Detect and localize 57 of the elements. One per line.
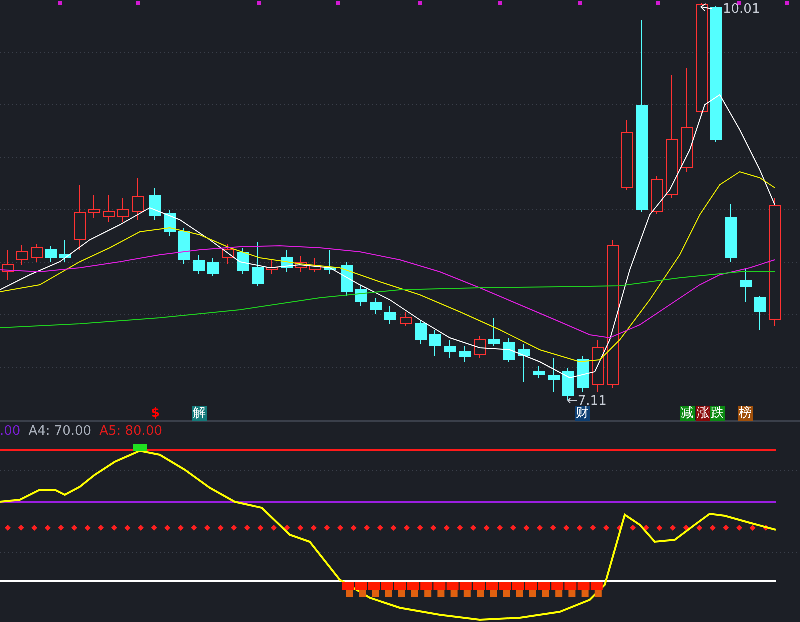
candlestick [621, 120, 633, 190]
candlestick [324, 250, 336, 274]
candlestick [193, 254, 205, 274]
candlestick [222, 244, 234, 264]
candlestick [132, 178, 144, 220]
candlestick [355, 286, 367, 306]
candlestick [31, 244, 43, 262]
candlestick [429, 330, 441, 356]
candlestick [88, 194, 100, 218]
candlestick [459, 346, 471, 362]
candlestick [384, 306, 396, 324]
candlestick [503, 338, 515, 362]
candlestick [103, 194, 115, 222]
arrow-icon [700, 4, 712, 12]
candlestick [400, 312, 412, 326]
signal-badge: 解 [192, 406, 207, 421]
candlestick [281, 250, 293, 272]
candlestick [474, 336, 486, 358]
candlestick [740, 268, 752, 302]
candlestick [74, 184, 86, 250]
signal-symbol: $ [150, 406, 162, 421]
candlestick [444, 340, 456, 358]
signal-badge: 榜 [738, 406, 753, 421]
candlestick [164, 210, 176, 236]
candlestick [117, 198, 129, 222]
candlestick [207, 258, 219, 276]
candlestick [754, 296, 766, 330]
candlestick [252, 242, 264, 286]
candlestick [341, 262, 353, 296]
candlestick [488, 318, 500, 346]
candlestick [577, 356, 589, 392]
candlestick [2, 250, 14, 280]
candlestick [149, 188, 161, 220]
candlestick [592, 340, 604, 392]
signal-marker-icon [133, 444, 147, 451]
candlestick [309, 258, 321, 272]
candlestick [59, 240, 71, 262]
signal-badge: 跌 [710, 406, 725, 421]
price-label: 10.01 [723, 2, 760, 17]
candlestick [651, 176, 663, 214]
candlestick [266, 260, 278, 274]
candlestick [548, 358, 560, 392]
signal-badge: 涨 [696, 406, 711, 421]
legend-value: A5: 80.00 [100, 424, 162, 439]
legend-value: A4: 70.00 [28, 424, 92, 439]
candlestick [295, 256, 307, 272]
candlestick [725, 204, 737, 262]
candlestick [533, 366, 545, 378]
signal-badge: 减 [680, 406, 695, 421]
candlestick [237, 248, 249, 274]
candlestick [178, 228, 190, 264]
candlestick [16, 244, 28, 266]
candlestick [518, 344, 530, 382]
legend-value: .00 [0, 424, 21, 439]
candlestick [370, 298, 382, 314]
candlestick [415, 320, 427, 344]
candlestick [45, 246, 57, 262]
